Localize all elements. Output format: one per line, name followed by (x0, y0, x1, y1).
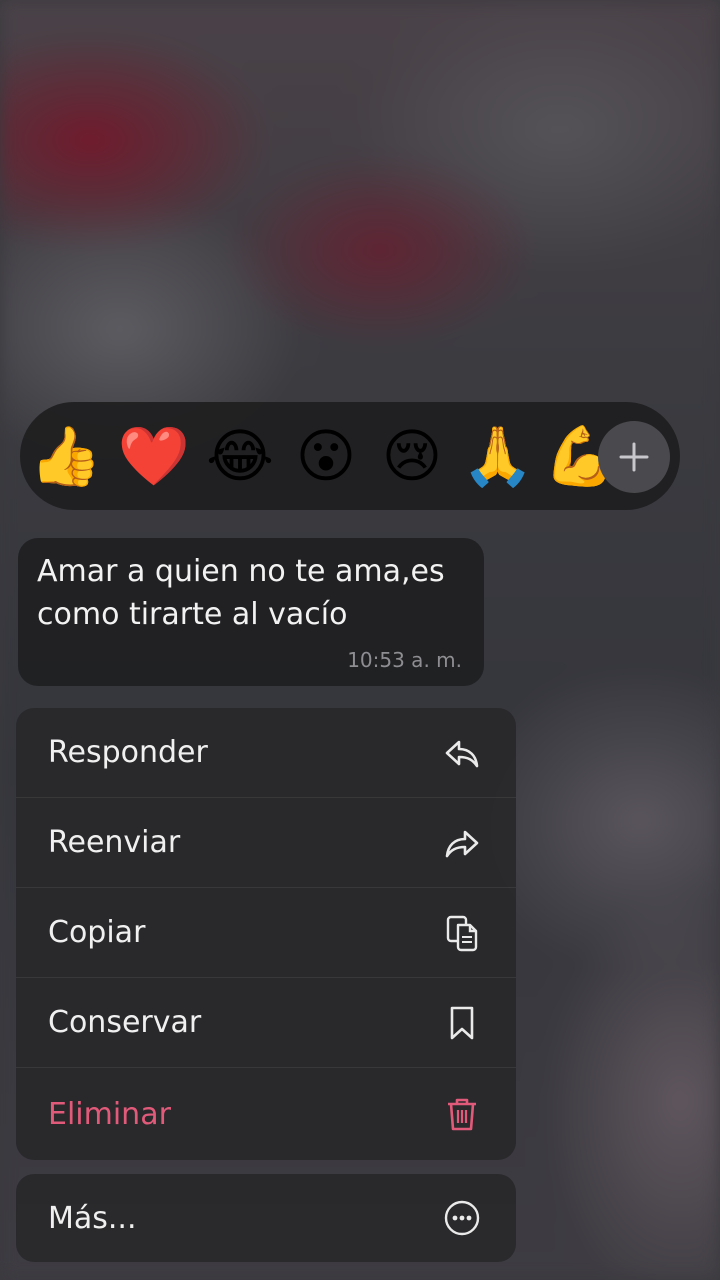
message-timestamp: 10:53 a. m. (347, 648, 462, 672)
forward-icon (442, 823, 482, 863)
context-menu: Responder Reenviar Copiar Conservar Elim… (16, 708, 516, 1160)
menu-item-keep[interactable]: Conservar (16, 978, 516, 1068)
bookmark-icon (442, 1003, 482, 1043)
menu-item-label: Reenviar (48, 825, 181, 860)
trash-icon (442, 1094, 482, 1134)
reaction-laughing[interactable]: 😂 (206, 427, 274, 485)
menu-item-delete[interactable]: Eliminar (16, 1068, 516, 1160)
menu-item-forward[interactable]: Reenviar (16, 798, 516, 888)
message-text: Amar a quien no te ama,es como tirarte a… (37, 554, 445, 632)
more-icon (442, 1198, 482, 1238)
menu-item-label: Responder (48, 735, 208, 770)
menu-item-reply[interactable]: Responder (16, 708, 516, 798)
message-bubble: Amar a quien no te ama,es como tirarte a… (18, 538, 484, 686)
reply-icon (442, 733, 482, 773)
menu-item-label: Conservar (48, 1005, 202, 1040)
copy-icon (442, 913, 482, 953)
menu-item-label: Eliminar (48, 1096, 171, 1132)
more-options-menu[interactable]: Más... (16, 1174, 516, 1262)
reaction-bar: 👍 ❤️ 😂 😮 😢 🙏 💪 (20, 402, 680, 510)
menu-item-label: Copiar (48, 915, 146, 950)
reaction-crying[interactable]: 😢 (382, 427, 442, 485)
reaction-heart[interactable]: ❤️ (118, 427, 190, 485)
menu-item-copy[interactable]: Copiar (16, 888, 516, 978)
menu-item-label: Más... (48, 1200, 137, 1236)
plus-icon (619, 442, 649, 472)
reaction-surprised[interactable]: 😮 (296, 427, 356, 485)
reaction-thumbs-up[interactable]: 👍 (30, 427, 102, 485)
reaction-praying-hands[interactable]: 🙏 (462, 427, 534, 485)
more-reactions-button[interactable] (598, 421, 670, 493)
